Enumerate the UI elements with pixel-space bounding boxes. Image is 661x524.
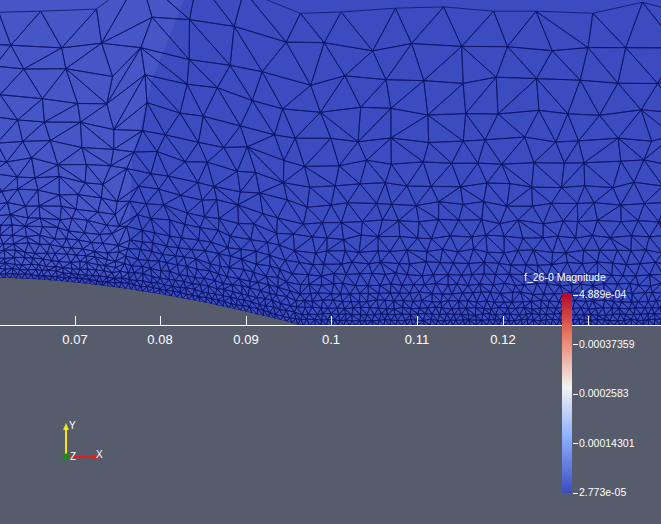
legend-label: 0.0002583: [573, 387, 629, 399]
color-bar[interactable]: [562, 293, 572, 493]
axis-label: Y: [69, 420, 76, 431]
legend-label: 0.00014301: [573, 437, 634, 449]
axis-label: Z: [70, 451, 76, 462]
tick-label: 0.09: [233, 332, 258, 348]
tick-label: 0.08: [147, 332, 172, 348]
orientation-axes: Y Z X: [50, 418, 110, 468]
axes-triad-icon: [50, 418, 110, 468]
tick-label: 0.12: [490, 332, 515, 348]
legend-label: 2.773e-05: [573, 486, 626, 498]
render-view[interactable]: 0.07 0.08 0.09 0.1 0.11 0.12 f_26-0 Magnitude 4…: [0, 0, 661, 524]
tick-label: 0.07: [62, 332, 87, 348]
legend-label: 4.889e-04: [573, 288, 626, 300]
legend-label: 0.00037359: [573, 338, 634, 350]
tick-label: 0.11: [405, 332, 429, 348]
axis-label: X: [96, 449, 103, 460]
legend-title: f_26-0 Magnitude: [524, 271, 606, 284]
tick-label: 0.1: [322, 332, 340, 348]
